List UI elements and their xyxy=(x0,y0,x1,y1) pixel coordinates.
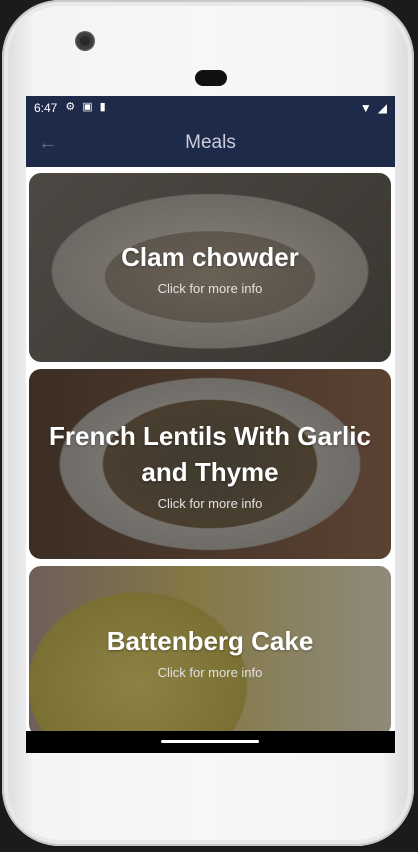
home-gesture-handle[interactable] xyxy=(161,740,259,743)
meal-title: French Lentils With Garlic and Thyme xyxy=(49,420,371,487)
status-time: 6:47 xyxy=(34,100,58,115)
meal-subtitle: Click for more info xyxy=(157,664,263,680)
meal-card-battenberg-cake[interactable]: Battenberg Cake Click for more info xyxy=(29,566,391,731)
meal-subtitle: Click for more info xyxy=(157,281,263,296)
app-screen: 6:47 ⚙ ▣ ▮ ▼ ◢ ← Meals Clam chowder Clic… xyxy=(26,96,395,753)
earpiece-speaker xyxy=(195,70,227,86)
notification-a-icon: ▣ xyxy=(82,101,93,113)
meal-subtitle: Click for more info xyxy=(157,495,263,511)
meal-title: Clam chowder xyxy=(121,242,299,272)
page-title: Meals xyxy=(185,132,236,153)
front-camera-icon xyxy=(75,31,95,51)
navigation-bar xyxy=(26,731,395,753)
wifi-icon: ▼ xyxy=(359,100,372,115)
meal-card-french-lentils[interactable]: French Lentils With Garlic and Thyme Cli… xyxy=(29,369,391,559)
status-bar: 6:47 ⚙ ▣ ▮ ▼ ◢ xyxy=(26,96,395,119)
settings-gear-icon: ⚙ xyxy=(65,101,76,113)
cell-signal-icon: ◢ xyxy=(377,100,387,115)
phone-frame: 6:47 ⚙ ▣ ▮ ▼ ◢ ← Meals Clam chowder Clic… xyxy=(2,0,414,846)
meal-list: Clam chowder Click for more info French … xyxy=(26,171,395,731)
meal-title: Battenberg Cake xyxy=(106,625,314,656)
meal-card-clam-chowder[interactable]: Clam chowder Click for more info xyxy=(29,173,391,362)
sd-card-icon: ▮ xyxy=(99,101,106,113)
app-bar: ← Meals xyxy=(26,119,395,167)
back-arrow-icon: ← xyxy=(38,131,58,154)
back-button[interactable]: ← xyxy=(34,129,62,157)
